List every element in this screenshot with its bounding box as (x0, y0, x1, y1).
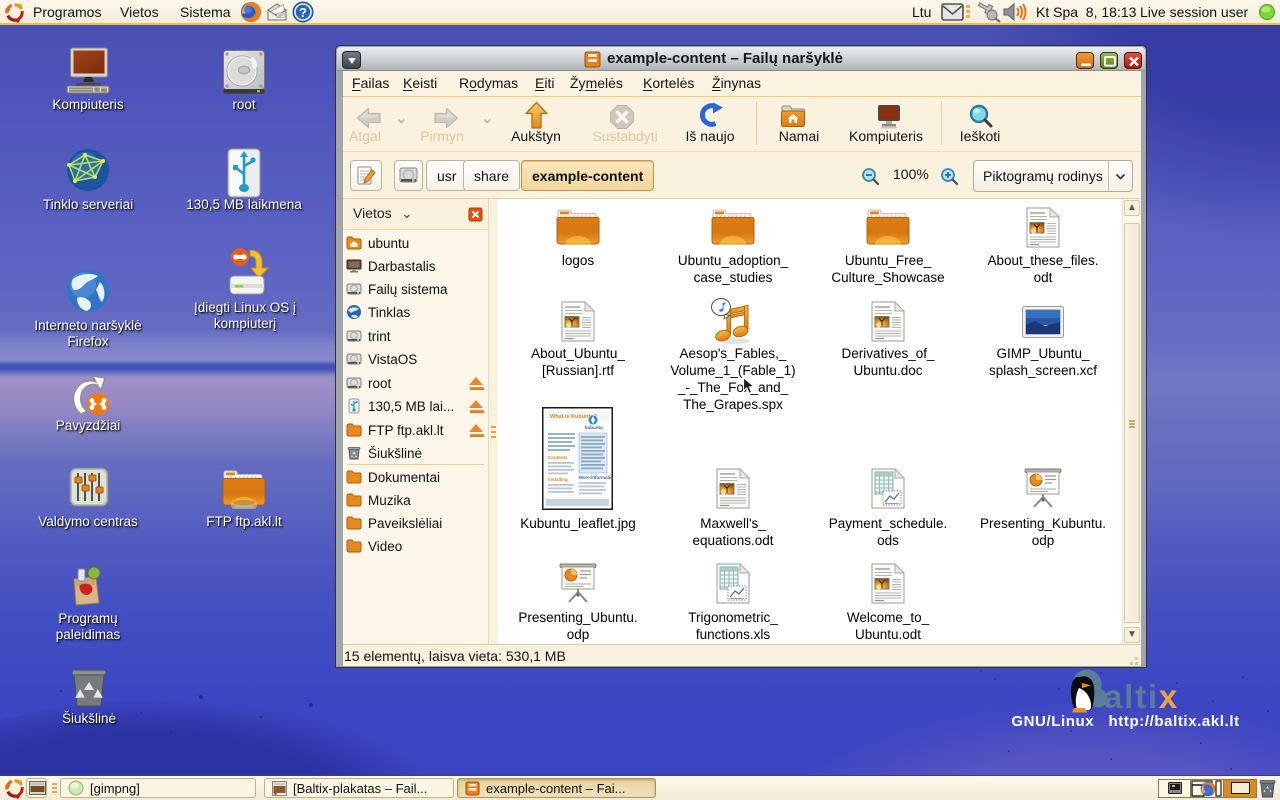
svg-text:altix: altix (1104, 678, 1179, 715)
svg-text:?: ? (299, 5, 307, 20)
